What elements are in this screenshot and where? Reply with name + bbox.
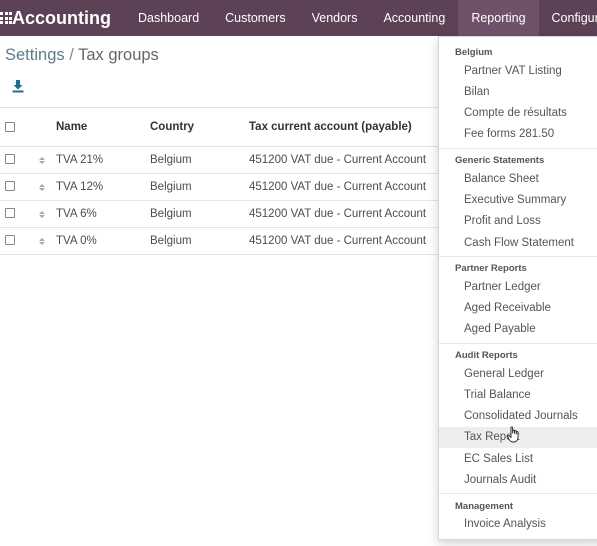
column-header-name[interactable]: Name <box>56 108 150 147</box>
cell-account: 451200 VAT due - Current Account <box>249 200 440 228</box>
nav-customers[interactable]: Customers <box>212 0 298 36</box>
row-checkbox[interactable] <box>5 154 15 165</box>
menu-item-bilan[interactable]: Bilan <box>439 82 597 103</box>
app-brand[interactable]: Accounting <box>12 8 125 29</box>
menu-item-journals-audit[interactable]: Journals Audit <box>439 470 597 491</box>
drag-handle-icon[interactable] <box>39 184 45 191</box>
drag-handle-icon[interactable] <box>39 211 45 218</box>
menu-section-partner-reports: Partner Reports <box>455 263 527 274</box>
menu-divider <box>439 493 597 494</box>
nav-accounting[interactable]: Accounting <box>370 0 458 36</box>
apps-menu-icon[interactable] <box>0 0 12 36</box>
menu-item-balance-sheet[interactable]: Balance Sheet <box>439 169 597 190</box>
menu-section-generic-statements: Generic Statements <box>455 155 545 166</box>
table-row[interactable]: TVA 21% Belgium 451200 VAT due - Current… <box>0 146 440 174</box>
column-header-account[interactable]: Tax current account (payable) <box>249 108 440 147</box>
nav-dashboard[interactable]: Dashboard <box>125 0 212 36</box>
column-header-country[interactable]: Country <box>150 108 249 147</box>
menu-section-management: Management <box>455 501 514 512</box>
menu-item-executive-summary[interactable]: Executive Summary <box>439 190 597 211</box>
nav-configuration[interactable]: Configuration <box>539 0 597 36</box>
breadcrumb-settings-link[interactable]: Settings <box>5 46 65 64</box>
cell-account: 451200 VAT due - Current Account <box>249 173 440 201</box>
top-navbar: Accounting Dashboard Customers Vendors A… <box>0 0 597 36</box>
cell-name: TVA 0% <box>56 227 150 255</box>
menu-item-partner-vat-listing[interactable]: Partner VAT Listing <box>439 61 597 82</box>
download-icon[interactable] <box>11 79 25 93</box>
menu-divider <box>439 343 597 344</box>
select-all-checkbox[interactable] <box>5 121 15 132</box>
drag-handle-icon[interactable] <box>39 238 45 245</box>
breadcrumb-current: Tax groups <box>78 46 159 64</box>
nav-vendors[interactable]: Vendors <box>299 0 371 36</box>
cell-country: Belgium <box>150 200 249 228</box>
drag-handle-icon[interactable] <box>39 157 45 164</box>
row-checkbox[interactable] <box>5 181 15 192</box>
menu-item-consolidated-journals[interactable]: Consolidated Journals <box>439 406 597 427</box>
menu-section-audit-reports: Audit Reports <box>455 350 518 361</box>
cell-name: TVA 6% <box>56 200 150 228</box>
menu-item-fee-forms[interactable]: Fee forms 281.50 <box>439 124 597 145</box>
table-row[interactable]: TVA 0% Belgium 451200 VAT due - Current … <box>0 227 440 255</box>
table-row[interactable]: TVA 12% Belgium 451200 VAT due - Current… <box>0 173 440 201</box>
menu-item-ec-sales-list[interactable]: EC Sales List <box>439 449 597 470</box>
cell-name: TVA 21% <box>56 146 150 174</box>
menu-item-general-ledger[interactable]: General Ledger <box>439 364 597 385</box>
menu-item-aged-receivable[interactable]: Aged Receivable <box>439 298 597 319</box>
reporting-dropdown-menu: Belgium Partner VAT Listing Bilan Compte… <box>438 36 597 540</box>
cell-country: Belgium <box>150 227 249 255</box>
breadcrumb-separator: / <box>64 46 79 64</box>
table-header-row: Name Country Tax current account (payabl… <box>0 108 440 147</box>
cell-country: Belgium <box>150 173 249 201</box>
menu-divider <box>439 148 597 149</box>
menu-item-profit-and-loss[interactable]: Profit and Loss <box>439 211 597 232</box>
table-row[interactable]: TVA 6% Belgium 451200 VAT due - Current … <box>0 200 440 228</box>
menu-divider <box>439 256 597 257</box>
tax-groups-table: Name Country Tax current account (payabl… <box>0 108 440 255</box>
menu-item-compte-de-resultats[interactable]: Compte de résultats <box>439 103 597 124</box>
menu-section-belgium: Belgium <box>455 47 493 58</box>
menu-item-invoice-analysis[interactable]: Invoice Analysis <box>439 514 597 535</box>
cell-name: TVA 12% <box>56 173 150 201</box>
row-checkbox[interactable] <box>5 235 15 246</box>
cell-account: 451200 VAT due - Current Account <box>249 227 440 255</box>
menu-item-partner-ledger[interactable]: Partner Ledger <box>439 277 597 298</box>
nav-reporting[interactable]: Reporting <box>458 0 539 36</box>
cell-account: 451200 VAT due - Current Account <box>249 146 440 174</box>
breadcrumb: Settings / Tax groups <box>5 46 159 65</box>
hand-pointer-cursor-icon <box>507 426 519 443</box>
menu-item-aged-payable[interactable]: Aged Payable <box>439 319 597 340</box>
cell-country: Belgium <box>150 146 249 174</box>
menu-item-trial-balance[interactable]: Trial Balance <box>439 385 597 406</box>
row-checkbox[interactable] <box>5 208 15 219</box>
menu-item-cash-flow-statement[interactable]: Cash Flow Statement <box>439 233 597 254</box>
